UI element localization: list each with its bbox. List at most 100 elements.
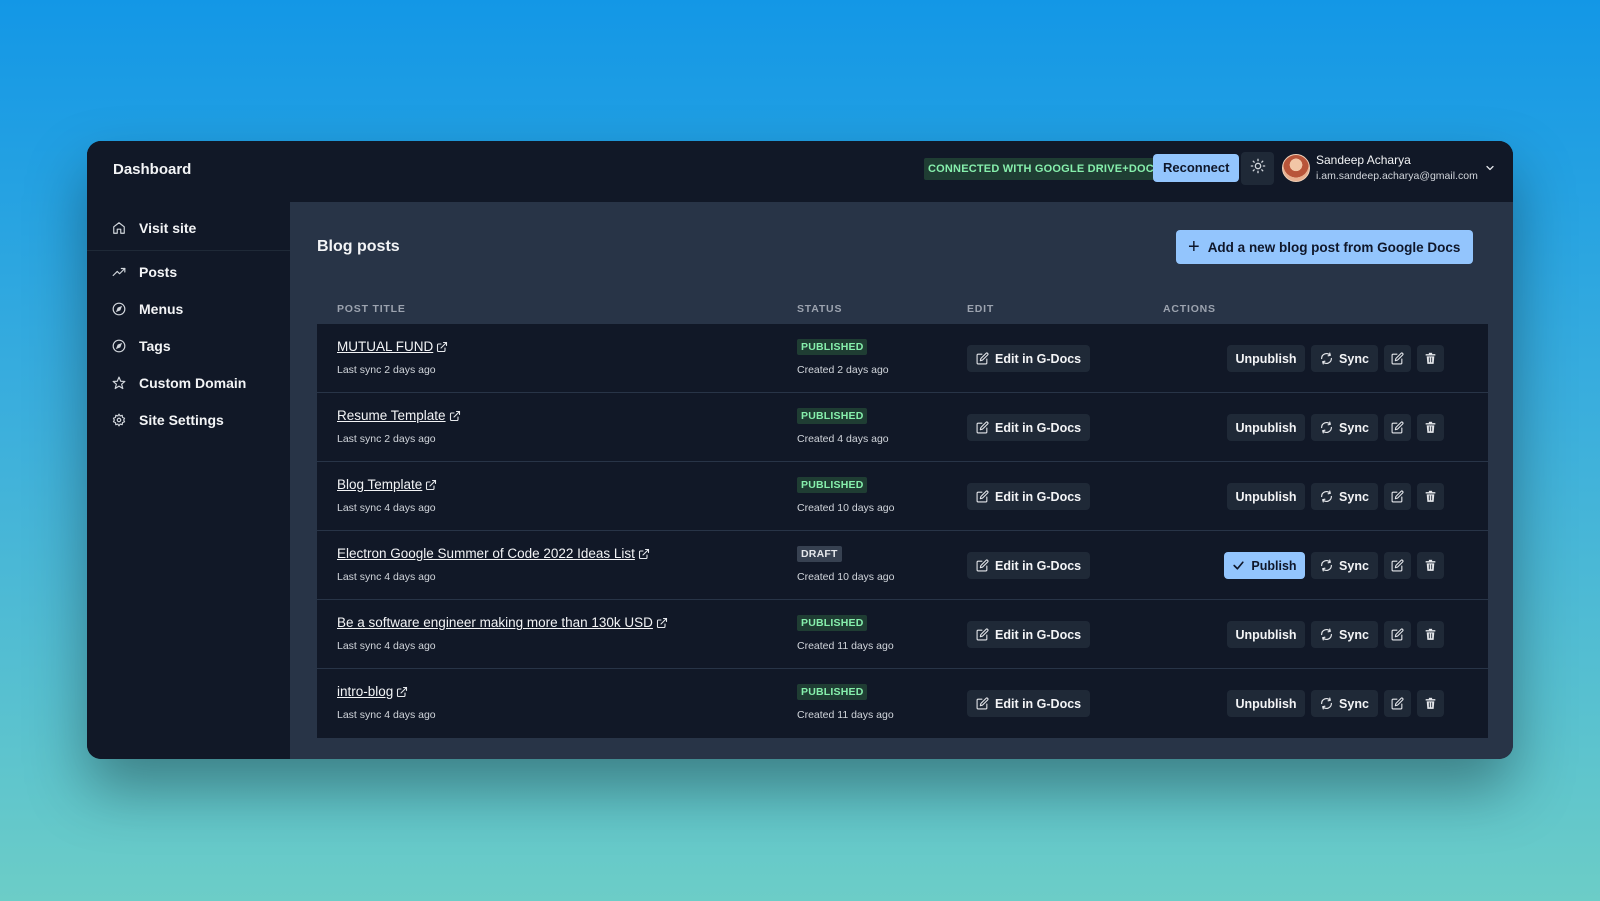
sidebar-item-label: Custom Domain [139, 375, 247, 391]
post-title: intro-blog [337, 684, 394, 699]
sync-button[interactable]: Sync [1311, 621, 1378, 648]
edit-post-button[interactable] [1384, 483, 1411, 510]
edit-icon [976, 697, 989, 710]
edit-in-gdocs-button[interactable]: Edit in G-Docs [967, 414, 1091, 441]
check-icon [1232, 559, 1245, 572]
edit-in-gdocs-button[interactable]: Edit in G-Docs [967, 345, 1091, 372]
status-badge: PUBLISHED [797, 408, 868, 424]
edit-post-button[interactable] [1384, 414, 1411, 441]
status-badge: PUBLISHED [797, 339, 868, 355]
connection-status-badge: CONNECTED WITH GOOGLE DRIVE+DOCS [924, 158, 1166, 180]
column-header-edit: EDIT [967, 303, 995, 315]
table-row: Blog Template Last sync 4 days ago PUBLI… [317, 462, 1488, 531]
plus-icon: + [1188, 236, 1200, 258]
edit-post-button[interactable] [1384, 552, 1411, 579]
sidebar-item-custom-domain[interactable]: Custom Domain [87, 365, 290, 401]
user-name: Sandeep Acharya [1316, 153, 1411, 167]
compass-icon [112, 302, 126, 316]
reconnect-button[interactable]: Reconnect [1153, 154, 1240, 182]
edit-in-gdocs-button[interactable]: Edit in G-Docs [967, 621, 1091, 648]
status-badge: PUBLISHED [797, 615, 868, 631]
unpublish-button[interactable]: Unpublish [1227, 414, 1305, 441]
post-title: Be a software engineer making more than … [337, 615, 653, 630]
post-title-link[interactable]: Resume Template [337, 408, 461, 423]
post-title: Resume Template [337, 408, 446, 423]
unpublish-label: Unpublish [1235, 696, 1297, 711]
post-title: Blog Template [337, 477, 423, 492]
sidebar-item-label: Posts [139, 264, 178, 280]
edit-in-gdocs-button[interactable]: Edit in G-Docs [967, 690, 1091, 717]
delete-post-button[interactable] [1417, 483, 1444, 510]
add-blog-post-label: Add a new blog post from Google Docs [1207, 239, 1461, 255]
last-sync-text: Last sync 4 days ago [337, 709, 436, 721]
sidebar-item-posts[interactable]: Posts [87, 254, 290, 290]
sidebar-item-label: Menus [139, 301, 184, 317]
edit-icon [976, 490, 989, 503]
edit-in-gdocs-label: Edit in G-Docs [995, 351, 1082, 366]
sidebar: Visit site Posts Menus Tags Custom Domai… [87, 202, 290, 759]
created-text: Created 11 days ago [797, 640, 894, 652]
unpublish-button[interactable]: Unpublish [1227, 483, 1305, 510]
delete-post-button[interactable] [1417, 621, 1444, 648]
status-badge: PUBLISHED [797, 684, 868, 700]
edit-post-button[interactable] [1384, 621, 1411, 648]
sidebar-item-label: Site Settings [139, 412, 224, 428]
sync-button[interactable]: Sync [1311, 414, 1378, 441]
main-content: Blog posts + Add a new blog post from Go… [290, 202, 1513, 759]
unpublish-button[interactable]: Unpublish [1227, 690, 1305, 717]
sidebar-divider [87, 250, 290, 251]
publish-button[interactable]: Publish [1224, 552, 1305, 579]
delete-post-button[interactable] [1417, 414, 1444, 441]
delete-post-button[interactable] [1417, 345, 1444, 372]
delete-post-button[interactable] [1417, 552, 1444, 579]
external-link-icon [656, 617, 668, 629]
edit-icon [1391, 559, 1404, 572]
sync-button[interactable]: Sync [1311, 690, 1378, 717]
unpublish-button[interactable]: Unpublish [1227, 345, 1305, 372]
trash-icon [1424, 697, 1437, 710]
sync-button[interactable]: Sync [1311, 483, 1378, 510]
sidebar-item-visit-site[interactable]: Visit site [87, 210, 290, 246]
unpublish-label: Unpublish [1235, 351, 1297, 366]
edit-in-gdocs-button[interactable]: Edit in G-Docs [967, 552, 1091, 579]
post-title-link[interactable]: Blog Template [337, 477, 437, 492]
post-title-link[interactable]: Electron Google Summer of Code 2022 Idea… [337, 546, 650, 561]
sidebar-item-menus[interactable]: Menus [87, 291, 290, 327]
post-title-link[interactable]: MUTUAL FUND [337, 339, 448, 354]
post-title-link[interactable]: intro-blog [337, 684, 408, 699]
last-sync-text: Last sync 4 days ago [337, 502, 436, 514]
edit-post-button[interactable] [1384, 345, 1411, 372]
sync-button[interactable]: Sync [1311, 552, 1378, 579]
add-blog-post-button[interactable]: + Add a new blog post from Google Docs [1176, 230, 1474, 264]
sync-icon [1320, 559, 1333, 572]
compass-icon [112, 339, 126, 353]
unpublish-button[interactable]: Unpublish [1227, 621, 1305, 648]
sidebar-item-site-settings[interactable]: Site Settings [87, 402, 290, 438]
status-badge: PUBLISHED [797, 477, 868, 493]
theme-toggle-button[interactable] [1241, 152, 1274, 185]
gear-icon [112, 413, 126, 427]
sidebar-item-tags[interactable]: Tags [87, 328, 290, 364]
last-sync-text: Last sync 4 days ago [337, 640, 436, 652]
edit-post-button[interactable] [1384, 690, 1411, 717]
edit-in-gdocs-label: Edit in G-Docs [995, 627, 1082, 642]
edit-in-gdocs-button[interactable]: Edit in G-Docs [967, 483, 1091, 510]
sync-icon [1320, 421, 1333, 434]
trash-icon [1424, 628, 1437, 641]
sync-label: Sync [1339, 627, 1369, 642]
chevron-down-icon[interactable] [1484, 161, 1496, 179]
edit-icon [1391, 697, 1404, 710]
edit-in-gdocs-label: Edit in G-Docs [995, 420, 1082, 435]
edit-icon [976, 352, 989, 365]
sync-button[interactable]: Sync [1311, 345, 1378, 372]
sync-label: Sync [1339, 558, 1369, 573]
table-row: intro-blog Last sync 4 days ago PUBLISHE… [317, 669, 1488, 738]
avatar[interactable] [1282, 154, 1310, 182]
post-title-link[interactable]: Be a software engineer making more than … [337, 615, 668, 630]
trash-icon [1424, 490, 1437, 503]
external-link-icon [425, 479, 437, 491]
delete-post-button[interactable] [1417, 690, 1444, 717]
table-row: Be a software engineer making more than … [317, 600, 1488, 669]
external-link-icon [638, 548, 650, 560]
created-text: Created 10 days ago [797, 571, 895, 583]
